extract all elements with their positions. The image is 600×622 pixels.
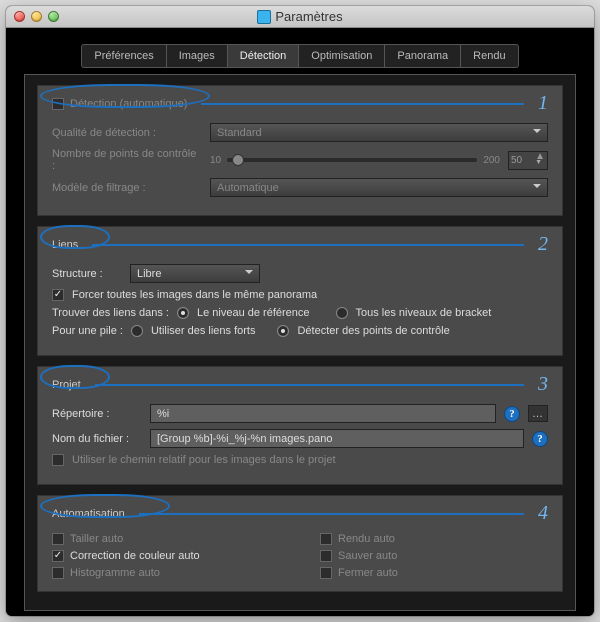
relpath-checkbox[interactable] (52, 454, 64, 466)
force-all-checkbox[interactable] (52, 289, 64, 301)
annotation-number-3: 3 (538, 373, 548, 396)
npoints-stepper[interactable]: 50 ▲▼ (508, 151, 548, 170)
filename-field[interactable]: [Group %b]-%i_%j-%n images.pano (150, 429, 524, 448)
directory-label: Répertoire : (52, 408, 142, 420)
automation-heading: Automatisation (52, 508, 125, 520)
hist-auto-checkbox[interactable] (52, 567, 64, 579)
stack-label: Pour une pile : (52, 325, 123, 337)
tab-optimisation[interactable]: Optimisation (298, 44, 385, 68)
group-links: Liens 2 Structure : Libre Forcer toutes … (37, 226, 563, 356)
relpath-label: Utiliser le chemin relatif pour les imag… (72, 454, 336, 466)
radio-all-brackets-label: Tous les niveaux de bracket (356, 307, 492, 319)
radio-detect-cp[interactable] (277, 325, 289, 337)
detection-panel: Détection (automatique) 1 Qualité de dét… (24, 74, 576, 611)
close-auto-checkbox[interactable] (320, 567, 332, 579)
content-area: Préférences Images Détection Optimisatio… (6, 28, 594, 616)
find-links-label: Trouver des liens dans : (52, 307, 169, 319)
tab-preferences[interactable]: Préférences (81, 44, 166, 68)
group-project: Projet 3 Répertoire : %i ? … Nom du fich… (37, 366, 563, 485)
force-all-label: Forcer toutes les images dans le même pa… (72, 289, 317, 301)
radio-ref-level-label: Le niveau de référence (197, 307, 310, 319)
structure-select[interactable]: Libre (130, 264, 260, 283)
annotation-number-2: 2 (538, 233, 548, 256)
directory-field[interactable]: %i (150, 404, 496, 423)
titlebar: Paramètres (6, 6, 594, 28)
filter-select[interactable]: Automatique (210, 178, 548, 197)
npoints-slider[interactable]: 10 200 (210, 155, 500, 166)
quality-select[interactable]: Standard (210, 123, 548, 142)
links-heading: Liens (52, 239, 78, 251)
tab-panorama[interactable]: Panorama (384, 44, 461, 68)
render-auto-label: Rendu auto (338, 533, 395, 545)
project-heading: Projet (52, 379, 81, 391)
radio-ref-level[interactable] (177, 307, 189, 319)
save-auto-checkbox[interactable] (320, 550, 332, 562)
npoints-label: Nombre de points de contrôle : (52, 148, 202, 172)
radio-strong-links-label: Utiliser des liens forts (151, 325, 256, 337)
window-title: Paramètres (275, 9, 342, 24)
info-icon[interactable]: ? (504, 406, 520, 422)
radio-detect-cp-label: Détecter des points de contrôle (297, 325, 449, 337)
tailor-auto-label: Tailler auto (70, 533, 123, 545)
color-auto-checkbox[interactable] (52, 550, 64, 562)
filter-label: Modèle de filtrage : (52, 182, 202, 194)
structure-label: Structure : (52, 268, 122, 280)
detection-enable-checkbox[interactable] (52, 98, 64, 110)
close-icon[interactable] (14, 11, 25, 22)
close-auto-label: Fermer auto (338, 567, 398, 579)
app-icon (257, 10, 271, 24)
minimize-icon[interactable] (31, 11, 42, 22)
tab-bar: Préférences Images Détection Optimisatio… (24, 44, 576, 68)
tab-render[interactable]: Rendu (460, 44, 518, 68)
tab-images[interactable]: Images (166, 44, 228, 68)
browse-button[interactable]: … (528, 405, 548, 422)
filename-label: Nom du fichier : (52, 433, 142, 445)
hist-auto-label: Histogramme auto (70, 567, 160, 579)
group-detection: Détection (automatique) 1 Qualité de dét… (37, 85, 563, 216)
info-icon[interactable]: ? (532, 431, 548, 447)
radio-strong-links[interactable] (131, 325, 143, 337)
annotation-number-4: 4 (538, 502, 548, 525)
tab-detection[interactable]: Détection (227, 44, 299, 68)
radio-all-brackets[interactable] (336, 307, 348, 319)
settings-window: Paramètres Préférences Images Détection … (6, 6, 594, 616)
color-auto-label: Correction de couleur auto (70, 550, 200, 562)
group-automation: Automatisation 4 Tailler auto Rendu auto (37, 495, 563, 592)
tailor-auto-checkbox[interactable] (52, 533, 64, 545)
detection-heading: Détection (automatique) (70, 98, 187, 110)
annotation-number-1: 1 (538, 92, 548, 115)
quality-label: Qualité de détection : (52, 127, 202, 139)
zoom-icon[interactable] (48, 11, 59, 22)
save-auto-label: Sauver auto (338, 550, 397, 562)
render-auto-checkbox[interactable] (320, 533, 332, 545)
